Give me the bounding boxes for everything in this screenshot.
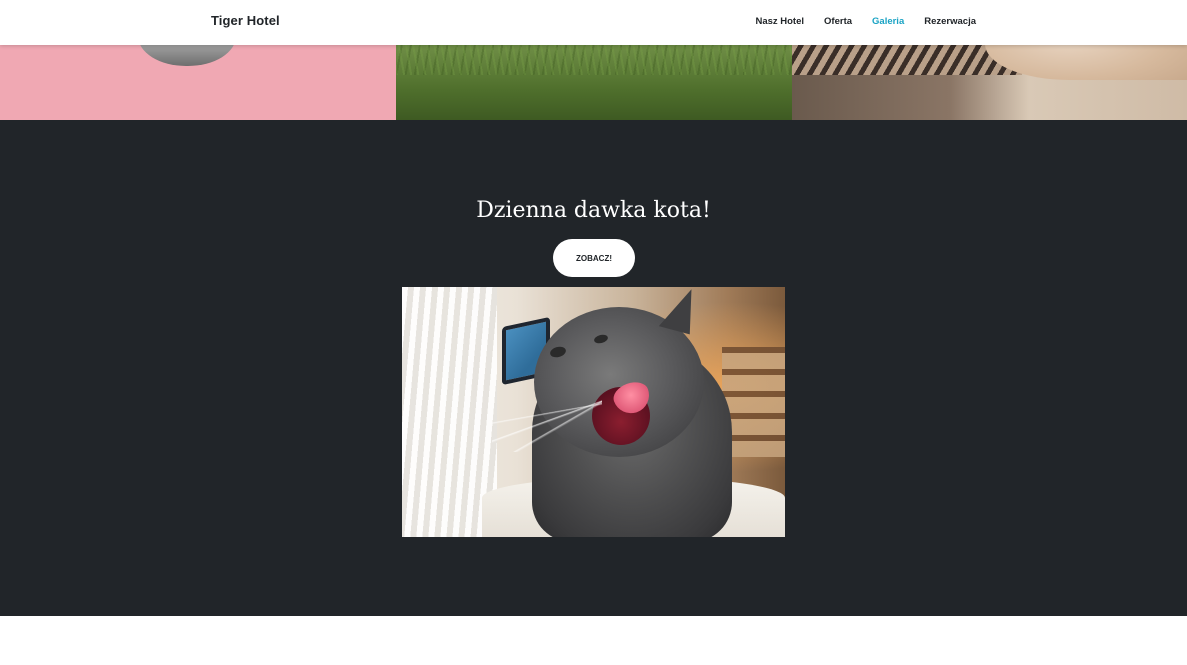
brand-logo[interactable]: Tiger Hotel <box>211 13 280 28</box>
daily-cat-section: Dzienna dawka kota! ZOBACZ! <box>0 120 1187 616</box>
nav-link-galeria[interactable]: Galeria <box>872 16 904 27</box>
featured-cat-image[interactable] <box>402 287 785 537</box>
navbar: Tiger Hotel Nasz Hotel Oferta Galeria Re… <box>0 0 1187 45</box>
cat-whiskers-shape <box>492 392 602 452</box>
page-bottom-area <box>0 616 1187 665</box>
zobacz-button[interactable]: ZOBACZ! <box>553 239 635 277</box>
nav-link-oferta[interactable]: Oferta <box>824 16 852 27</box>
nav-link-nasz-hotel[interactable]: Nasz Hotel <box>755 16 804 27</box>
section-title: Dzienna dawka kota! <box>476 198 711 223</box>
nav-links: Nasz Hotel Oferta Galeria Rezerwacja <box>735 16 976 27</box>
nav-link-rezerwacja[interactable]: Rezerwacja <box>924 16 976 27</box>
cat-ear-shape <box>658 287 702 335</box>
